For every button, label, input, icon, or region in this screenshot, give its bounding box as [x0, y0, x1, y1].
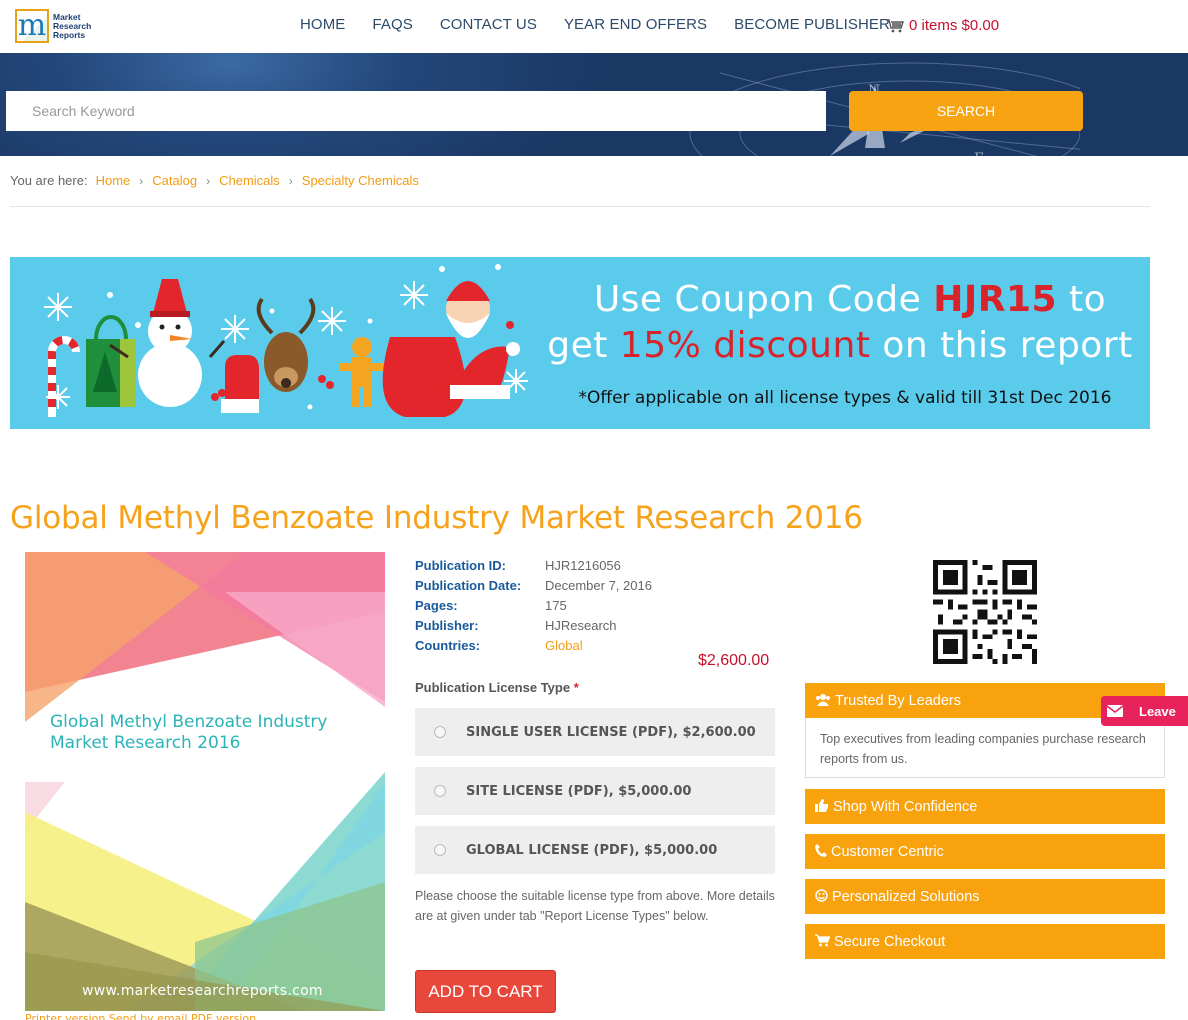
breadcrumb-home[interactable]: Home — [96, 173, 131, 188]
page-title: Global Methyl Benzoate Industry Market R… — [10, 500, 863, 536]
breadcrumb-specialty-chemicals[interactable]: Specialty Chemicals — [302, 173, 419, 188]
nav-home[interactable]: HOME — [300, 16, 345, 33]
nav-contact-us[interactable]: CONTACT US — [440, 16, 537, 33]
license-option-global[interactable]: GLOBAL LICENSE (PDF), $5,000.00 — [415, 826, 775, 874]
info-value: December 7, 2016 — [545, 577, 652, 593]
chevron-right-icon: › — [139, 173, 144, 188]
promo-note: *Offer applicable on all license types &… — [578, 388, 1112, 408]
customer-centric-header[interactable]: Customer Centric — [805, 834, 1165, 869]
promo-subheadline: get 15% discount on this report — [535, 325, 1145, 366]
breadcrumb-chemicals[interactable]: Chemicals — [219, 173, 280, 188]
breadcrumb-label: You are here: — [10, 173, 88, 188]
logo-text: Market Research Reports — [53, 12, 91, 40]
add-to-cart-button[interactable]: ADD TO CART — [415, 970, 556, 1013]
leave-message-tab[interactable]: Leave — [1101, 696, 1188, 726]
main-nav: HOME FAQS CONTACT US YEAR END OFFERS BEC… — [300, 16, 917, 33]
search-button[interactable]: SEARCH — [849, 91, 1083, 131]
info-value-countries[interactable]: Global — [545, 638, 583, 653]
info-key: Publication Date: — [415, 577, 522, 593]
info-row: Countries: Global — [415, 635, 652, 655]
nav-become-publisher[interactable]: BECOME PUBLISHER — [734, 16, 890, 33]
info-key: Publisher: — [415, 617, 479, 633]
license-option-site[interactable]: SITE LICENSE (PDF), $5,000.00 — [415, 767, 775, 815]
promo-text: Use Coupon Code — [593, 279, 934, 320]
secure-checkout-header[interactable]: Secure Checkout — [805, 924, 1165, 959]
license-type-label: Publication License Type * — [415, 680, 579, 695]
license-option-label: SITE LICENSE (PDF), $5,000.00 — [466, 783, 692, 799]
radio-button[interactable] — [434, 726, 446, 738]
site-logo[interactable]: m Market Research Reports — [15, 7, 97, 45]
customer-centric-title: Customer Centric — [831, 843, 944, 860]
trusted-by-leaders-title: Trusted By Leaders — [835, 692, 961, 709]
report-actions[interactable]: Printer version Send by email PDF versio… — [25, 1012, 345, 1020]
shop-with-confidence-title: Shop With Confidence — [833, 798, 978, 815]
coupon-promo-banner[interactable]: Use Coupon Code HJR15 to get 15% discoun… — [10, 257, 1150, 429]
radio-button[interactable] — [434, 785, 446, 797]
trusted-by-leaders-text: Top executives from leading companies pu… — [805, 718, 1165, 778]
license-option-label: SINGLE USER LICENSE (PDF), $2,600.00 — [466, 724, 756, 740]
secure-checkout-title: Secure Checkout — [834, 933, 946, 950]
info-row: Pages: 175 — [415, 595, 652, 615]
smile-icon — [815, 888, 828, 905]
cart-summary: 0 items $0.00 — [909, 17, 1000, 34]
cover-art-icon — [25, 552, 385, 1011]
search-input[interactable]: Search Keyword — [6, 91, 826, 131]
coupon-code: HJR15 — [933, 279, 1058, 320]
info-row: Publisher: HJResearch — [415, 615, 652, 635]
cover-url: www.marketresearchreports.com — [82, 983, 323, 999]
license-option-label: GLOBAL LICENSE (PDF), $5,000.00 — [466, 842, 718, 858]
radio-button[interactable] — [434, 844, 446, 856]
publication-info: Publication ID: HJR1216056 Publication Da… — [415, 555, 652, 655]
svg-text:E: E — [974, 151, 984, 156]
info-value: 175 — [545, 597, 567, 613]
promo-text: get — [547, 325, 620, 366]
breadcrumb-catalog[interactable]: Catalog — [152, 173, 197, 188]
cart-icon — [815, 933, 831, 950]
info-value: HJR1216056 — [545, 557, 621, 573]
report-cover-image: Global Methyl Benzoate Industry Market R… — [25, 552, 385, 1011]
discount-amount: 15% discount — [619, 325, 871, 366]
qr-code-icon — [933, 560, 1037, 664]
report-price: $2,600.00 — [698, 652, 770, 669]
phone-icon — [815, 843, 827, 860]
info-key: Pages: — [415, 597, 458, 613]
promo-text: to — [1057, 279, 1107, 320]
search-banner: N E Search Keyword SEARCH — [0, 53, 1188, 156]
personalized-solutions-header[interactable]: Personalized Solutions — [805, 879, 1165, 914]
info-value: HJResearch — [545, 617, 617, 633]
info-row: Publication ID: HJR1216056 — [415, 555, 652, 575]
promo-headline: Use Coupon Code HJR15 to — [565, 279, 1135, 320]
license-type-text: Publication License Type — [415, 680, 571, 695]
chevron-right-icon: › — [206, 173, 211, 188]
logo-text-line: Reports — [53, 29, 86, 40]
info-key: Publication ID: — [415, 557, 506, 573]
required-mark: * — [573, 680, 579, 695]
cover-title: Global Methyl Benzoate Industry Market R… — [50, 712, 328, 753]
leave-message-label: Leave — [1139, 703, 1176, 719]
personalized-solutions-title: Personalized Solutions — [832, 888, 980, 905]
logo-mark: m — [15, 9, 49, 43]
license-option-single-user[interactable]: SINGLE USER LICENSE (PDF), $2,600.00 — [415, 708, 775, 756]
users-icon — [815, 693, 831, 709]
christmas-illustration-icon — [44, 264, 528, 417]
header-cart[interactable]: 0 items $0.00 — [886, 17, 999, 34]
thumbs-up-icon — [815, 798, 829, 815]
cart-icon — [886, 18, 904, 32]
info-row: Publication Date: December 7, 2016 — [415, 575, 652, 595]
nav-year-end-offers[interactable]: YEAR END OFFERS — [564, 16, 707, 33]
envelope-icon — [1101, 696, 1129, 726]
promo-text: on this report — [870, 325, 1133, 366]
chevron-right-icon: › — [288, 173, 293, 188]
nav-faqs[interactable]: FAQS — [372, 16, 412, 33]
license-note: Please choose the suitable license type … — [415, 889, 775, 923]
divider — [10, 206, 1150, 207]
info-key: Countries: — [415, 637, 480, 653]
breadcrumb: You are here: Home › Catalog › Chemicals… — [10, 173, 419, 188]
shop-with-confidence-header[interactable]: Shop With Confidence — [805, 789, 1165, 824]
site-header: m Market Research Reports HOME FAQS CONT… — [0, 0, 1188, 53]
